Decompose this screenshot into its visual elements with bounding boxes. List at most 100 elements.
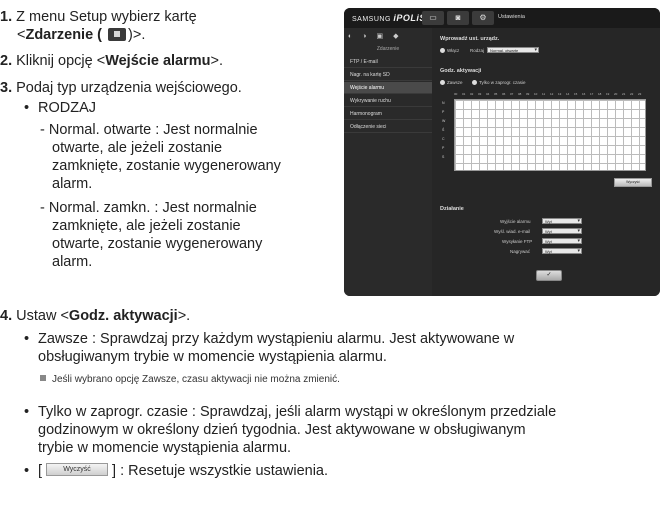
note-square-icon (40, 375, 46, 382)
enable-checkbox[interactable] (440, 48, 445, 53)
hour-label: 18 (598, 92, 602, 96)
hour-label: 17 (590, 92, 594, 96)
step-text: Ustaw < (16, 308, 69, 324)
hour-label: 12 (550, 92, 554, 96)
radio-always[interactable] (440, 80, 445, 85)
logo-product: iPOLiS (393, 13, 426, 23)
gear-icon[interactable]: ⚙ (472, 11, 494, 25)
type-label: Rodzaj (470, 48, 485, 53)
action-select-email[interactable]: Wył (542, 228, 582, 234)
activation-section-title: Godz. aktywacji (440, 68, 482, 74)
radio-schedule[interactable] (472, 80, 477, 85)
bullet: • (24, 463, 30, 479)
step-text: Kliknij opcję < (16, 53, 106, 69)
hour-label: 11 (542, 92, 546, 96)
day-label: P (442, 146, 445, 150)
schedule-grid[interactable] (454, 99, 646, 171)
action-select-alarm-out[interactable]: Wył (542, 218, 582, 224)
settings-sidebar: ◐◑▣◆ Zdarzenie FTP / E-mail Nagr. na kar… (344, 28, 432, 296)
monitor-icon[interactable]: ▭ (422, 11, 444, 25)
bullet: • (24, 100, 30, 116)
hour-label: 14 (566, 92, 570, 96)
settings-screenshot: SAMSUNG iPOLiS ▭ ◙ ⚙ Ustawienia ◐◑▣◆ Zda… (344, 8, 660, 296)
rodzaj-label: RODZAJ (38, 100, 96, 116)
step-text: Z menu Setup wybierz kartę (16, 9, 197, 25)
menu-item-motion[interactable]: Wykrywanie ruchu (344, 95, 432, 107)
menu-item-alarm-input[interactable]: Wejście alarmu (344, 82, 432, 94)
action-label-ftp: Wysyłanie FTP (502, 239, 533, 244)
settings-title: Ustawienia (498, 14, 525, 20)
step-text-end: >. (210, 53, 224, 69)
menu-item-schedule[interactable]: Harmonogram (344, 108, 432, 120)
day-label: P (442, 110, 445, 114)
rodzaj-heading: • RODZAJ (24, 99, 96, 117)
step-3: 3. Podaj typ urządzenia wejściowego. (0, 79, 242, 97)
hour-label: 10 (534, 92, 538, 96)
day-label: N (442, 101, 445, 105)
normal-open-line-1: - Normal. otwarte : Jest normalnie (40, 122, 258, 138)
reset-line: • [Wyczyść] : Resetuje wszystkie ustawien… (24, 462, 328, 480)
action-select-ftp[interactable]: Wył (542, 238, 582, 244)
step-1-line-1: 1. Z menu Setup wybierz kartę (0, 8, 197, 26)
hour-label: 22 (630, 92, 634, 96)
step-1-line-2: <Zdarzenie ( )>. (17, 26, 145, 44)
clear-button[interactable]: Wyczyść (46, 462, 109, 476)
normal-closed-line-1: - Normal. zamkn. : Jest normalnie (40, 200, 257, 216)
radio-always-label: Zawsze (447, 80, 463, 85)
hour-label: 16 (582, 92, 586, 96)
enable-label: Włącz (447, 48, 460, 53)
step-number: 3. (0, 80, 13, 96)
action-label-email: Wyśl. wiad. e-mail (494, 229, 531, 234)
step-text-end: >. (177, 308, 191, 324)
bullet: • (24, 331, 30, 347)
day-label: S (442, 155, 445, 159)
device-section-title: Wprowadź ust. urządz. (440, 36, 500, 42)
bracket-close: )>. (128, 27, 146, 43)
tab-name: Zdarzenie ( (25, 27, 103, 43)
playback-icon[interactable]: ◙ (447, 11, 469, 25)
option-name: Wejście alarmu (105, 53, 211, 69)
day-label: Ś (442, 128, 445, 132)
category-icons: ◐◑▣◆ (348, 33, 409, 40)
scheduled-text: Tylko w zaprogr. czasie : Sprawdzaj, jeś… (38, 404, 557, 420)
hours-header: 00 01 02 03 04 05 06 07 08 09 10 11 12 13 14 15 16 17 18 19… (454, 92, 646, 98)
category-label: Zdarzenie (376, 46, 400, 52)
normal-open-line-4: alarm. (52, 176, 93, 192)
day-label: W (442, 119, 446, 123)
always-line-1: • Zawsze : Sprawdzaj przy każdym wystąpie… (24, 330, 514, 348)
action-select-record[interactable]: Wył (542, 248, 582, 254)
normal-closed-line-3: otwarte, zostanie wygenerowany (52, 236, 263, 252)
hour-label: 07 (510, 92, 514, 96)
type-select[interactable]: Normal. otwarte (487, 47, 539, 53)
hour-label: 05 (494, 92, 498, 96)
hour-label: 19 (606, 92, 610, 96)
logo: SAMSUNG iPOLiS (352, 13, 426, 23)
hour-label: 00 (454, 92, 458, 96)
hour-label: 13 (558, 92, 562, 96)
hour-label: 08 (518, 92, 522, 96)
days-column: N P W Ś C P S (442, 99, 452, 162)
step-4: 4. Ustaw <Godz. aktywacji>. (0, 307, 190, 325)
menu-item-network[interactable]: Odłączenie sieci (344, 121, 432, 133)
step-text: Podaj typ urządzenia wejściowego. (16, 80, 242, 96)
step-number: 2. (0, 53, 13, 69)
hour-label: 09 (526, 92, 530, 96)
radio-schedule-label: Tylko w zaprogr. czasie (479, 80, 526, 85)
scheduled-line-1: • Tylko w zaprogr. czasie : Sprawdzaj, je… (24, 403, 556, 421)
event-tab-icon (108, 27, 127, 41)
action-label-record: Nagrywać (510, 249, 531, 254)
action-label-alarm-out: Wyjście alarmu (500, 219, 531, 224)
hour-label: 23 (638, 92, 642, 96)
normal-open-line-3: zamknięte, zostanie wygenerowany (52, 158, 281, 174)
ok-button[interactable]: ✓ (536, 270, 562, 281)
menu-item-sd[interactable]: Nagr. na kartę SD (344, 69, 432, 81)
scheduled-line-3: trybie w momencie wystąpienia alarmu. (38, 440, 292, 456)
clear-button[interactable]: Wyczyść (614, 178, 652, 187)
step-number: 1. (0, 9, 13, 25)
hour-label: 03 (478, 92, 482, 96)
normal-closed-line-4: alarm. (52, 254, 93, 270)
menu-item-ftp[interactable]: FTP / E-mail (344, 56, 432, 68)
bullet: • (24, 404, 30, 420)
normal-closed-line-2: zamknięte, ale jeżeli zostanie (52, 218, 241, 234)
hour-label: 02 (470, 92, 474, 96)
